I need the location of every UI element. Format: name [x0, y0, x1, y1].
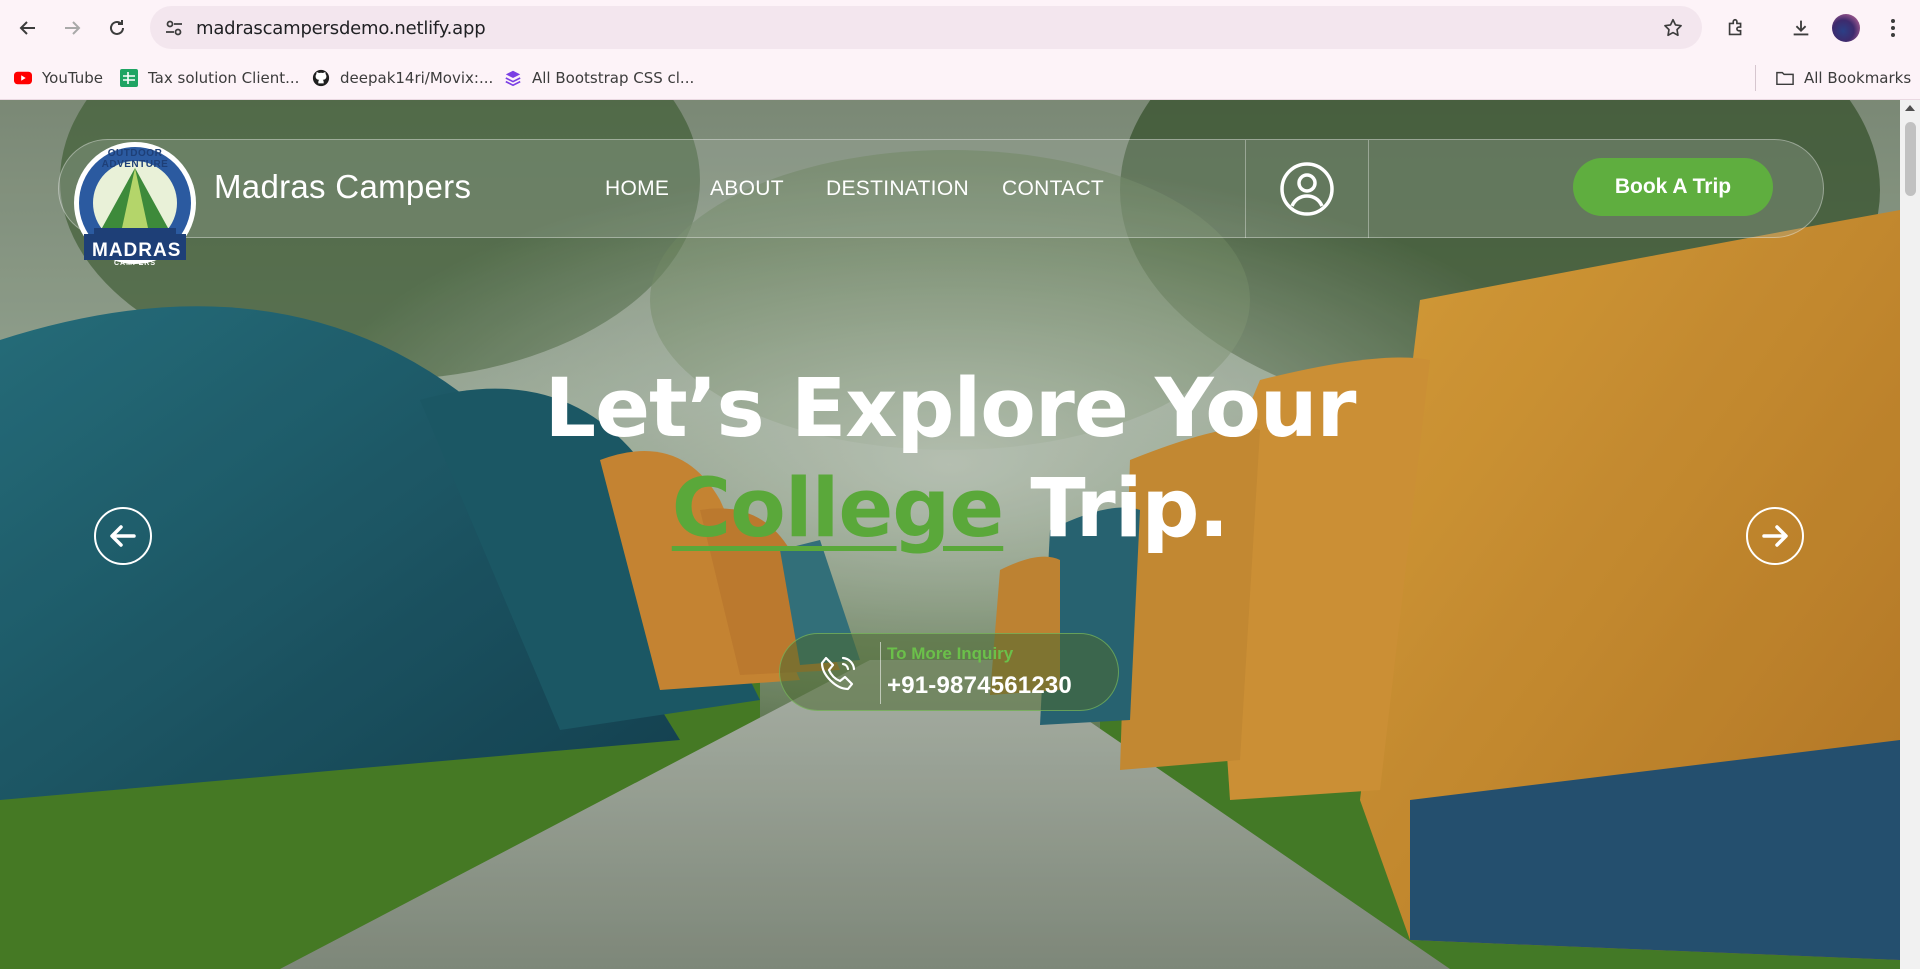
user-circle-icon [1280, 162, 1334, 216]
bookmark-label: All Bootstrap CSS cl... [532, 69, 695, 87]
inquiry-label: To More Inquiry [887, 644, 1014, 663]
download-icon[interactable] [1785, 12, 1817, 44]
hero-title-line1: Let’s Explore Your [544, 362, 1357, 456]
bookmark-bootstrap[interactable]: All Bootstrap CSS cl... [504, 65, 694, 91]
nav-about[interactable]: ABOUT [710, 177, 784, 201]
slider-prev-button[interactable] [94, 507, 152, 565]
page-viewport: MADRAS CAMPERS OUTDOOR ADVENTURE Madras … [0, 100, 1900, 969]
profile-avatar[interactable] [1832, 14, 1860, 42]
nav-home[interactable]: HOME [605, 177, 669, 201]
bookmark-label: Tax solution Client... [148, 69, 300, 87]
extensions-icon[interactable] [1720, 12, 1752, 44]
menu-kebab-icon[interactable] [1877, 12, 1909, 44]
inquiry-contact-box[interactable]: To More Inquiry +91-9874561230 [779, 633, 1119, 711]
youtube-icon [14, 69, 32, 87]
logo-sub-text: CAMPERS [113, 260, 156, 267]
layers-icon [504, 69, 522, 87]
forward-button[interactable] [56, 12, 88, 44]
address-bar[interactable]: madrascampersdemo.netlify.app [150, 6, 1702, 49]
hero-highlight-word: College [671, 462, 1004, 556]
bookmark-label: deepak14ri/Movix:... [340, 69, 494, 87]
bookmark-github[interactable]: deepak14ri/Movix:... [312, 65, 493, 91]
reload-icon [110, 20, 124, 35]
bookmark-star-icon[interactable] [1662, 17, 1684, 44]
back-button[interactable] [12, 12, 44, 44]
scroll-up-arrow[interactable] [1905, 105, 1915, 111]
user-account-button[interactable] [1245, 140, 1369, 238]
logo-main-text: MADRAS [92, 240, 182, 261]
nav-destination[interactable]: DESTINATION [826, 177, 969, 201]
inquiry-phone-number[interactable]: +91-9874561230 [887, 672, 1072, 700]
url-text[interactable]: madrascampersdemo.netlify.app [196, 18, 486, 39]
bookmark-tax-solution[interactable]: Tax solution Client... [120, 65, 299, 91]
bookmarks-bar: YouTube Tax solution Client... deepak14r… [0, 56, 1920, 100]
phone-icon [816, 652, 860, 701]
inquiry-divider [880, 642, 881, 704]
page-scrollbar[interactable] [1900, 100, 1920, 969]
logo-arc-text: OUTDOOR ADVENTURE [101, 148, 169, 170]
book-a-trip-button[interactable]: Book A Trip [1573, 158, 1773, 216]
all-bookmarks-label: All Bookmarks [1804, 69, 1912, 87]
scroll-thumb[interactable] [1905, 122, 1916, 196]
arrow-right-icon [1762, 525, 1788, 547]
bookmarks-divider [1755, 65, 1756, 91]
hero-title-line2: College Trip. [0, 462, 1900, 556]
arrow-left-icon [110, 525, 136, 547]
sheets-icon [120, 69, 138, 87]
nav-contact[interactable]: CONTACT [1002, 177, 1104, 201]
arrow-right-icon [65, 21, 81, 35]
folder-icon [1776, 69, 1794, 87]
bookmark-label: YouTube [42, 69, 103, 87]
slider-next-button[interactable] [1746, 507, 1804, 565]
hero-title-rest: Trip. [1003, 462, 1229, 556]
reload-button[interactable] [101, 12, 133, 44]
bookmark-youtube[interactable]: YouTube [14, 65, 103, 91]
all-bookmarks-button[interactable]: All Bookmarks [1776, 65, 1911, 91]
browser-toolbar: madrascampersdemo.netlify.app [0, 0, 1920, 56]
github-icon [312, 69, 330, 87]
arrow-left-icon [19, 21, 35, 35]
brand-name[interactable]: Madras Campers [214, 168, 471, 206]
site-settings-icon[interactable] [164, 18, 184, 43]
